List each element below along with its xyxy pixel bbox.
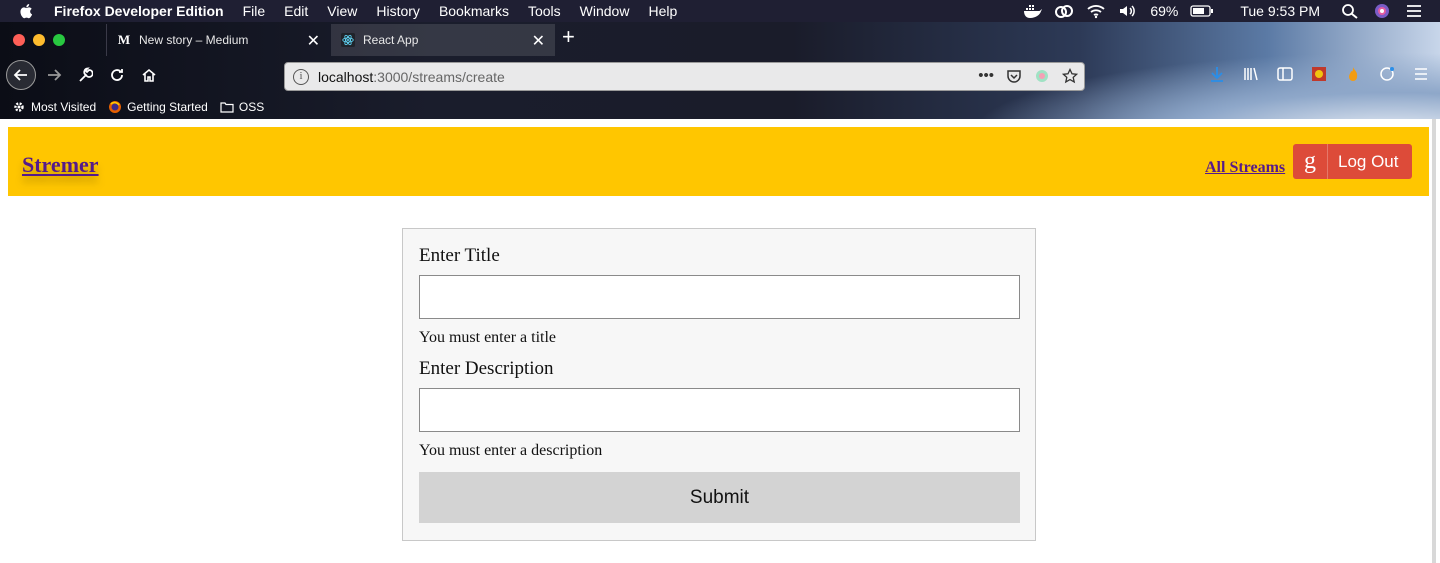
wifi-icon[interactable] <box>1086 3 1106 19</box>
menubar-clock[interactable]: Tue 9:53 PM <box>1240 3 1320 19</box>
siri-icon[interactable] <box>1372 3 1392 19</box>
menu-history[interactable]: History <box>376 3 420 19</box>
navigation-toolbar: i localhost:3000/streams/create ••• <box>0 56 1440 94</box>
fire-extension-icon[interactable] <box>1344 65 1362 83</box>
menu-view[interactable]: View <box>327 3 357 19</box>
browser-chrome: M New story – Medium ✕ React App ✕ + i l <box>0 22 1440 119</box>
brand-link[interactable]: Stremer <box>22 154 99 176</box>
site-info-icon[interactable]: i <box>293 68 309 85</box>
arrow-left-icon <box>13 69 27 81</box>
menu-window[interactable]: Window <box>580 3 630 19</box>
devtools-button[interactable] <box>71 61 99 89</box>
bookmark-getting-started[interactable]: Getting Started <box>108 100 208 114</box>
title-input[interactable] <box>419 275 1020 319</box>
battery-icon[interactable] <box>1190 3 1214 19</box>
home-icon <box>142 68 156 82</box>
download-icon[interactable] <box>1208 65 1226 83</box>
bookmark-star-icon[interactable] <box>1062 67 1078 84</box>
home-button[interactable] <box>135 61 163 89</box>
title-error-message: You must enter a title <box>419 329 557 346</box>
new-tab-icon[interactable]: + <box>562 24 575 50</box>
arrow-right-icon <box>48 69 62 81</box>
extension-icon[interactable] <box>1034 68 1050 84</box>
tab-title: React App <box>363 33 419 47</box>
description-input[interactable] <box>419 388 1020 432</box>
folder-icon <box>220 101 234 113</box>
menubar-status-area: 69% Tue 9:53 PM <box>1022 0 1424 22</box>
tab-strip: M New story – Medium ✕ React App ✕ + <box>0 22 1440 56</box>
creative-cloud-icon[interactable] <box>1054 3 1074 19</box>
description-label: Enter Description <box>419 358 554 379</box>
page-actions-icon[interactable]: ••• <box>978 67 994 84</box>
all-streams-link[interactable]: All Streams <box>1205 160 1285 176</box>
page-viewport: Stremer All Streams g Log Out Enter Titl… <box>0 119 1436 563</box>
window-zoom-button[interactable] <box>53 34 65 46</box>
docker-icon[interactable] <box>1022 3 1042 19</box>
url-path: :3000/streams/create <box>373 68 505 85</box>
extension-red-icon[interactable] <box>1310 65 1328 83</box>
reload-icon <box>111 69 123 81</box>
reload-button[interactable] <box>103 61 131 89</box>
window-close-button[interactable] <box>13 34 25 46</box>
bookmark-label: OSS <box>238 99 265 114</box>
submit-button[interactable]: Submit <box>419 472 1020 523</box>
bookmark-label: Most Visited <box>31 99 97 114</box>
menu-edit[interactable]: Edit <box>284 3 308 19</box>
hamburger-menu-icon[interactable] <box>1412 65 1430 83</box>
sidebar-icon[interactable] <box>1276 65 1294 83</box>
tab-close-icon[interactable]: ✕ <box>532 31 545 51</box>
window-minimize-button[interactable] <box>33 34 45 46</box>
bookmark-oss-folder[interactable]: OSS <box>220 100 264 114</box>
gear-icon <box>14 101 24 112</box>
url-bar-actions: ••• <box>978 67 1078 84</box>
menu-tools[interactable]: Tools <box>528 3 561 19</box>
menu-app-name[interactable]: Firefox Developer Edition <box>54 3 224 19</box>
battery-percentage: 69% <box>1150 3 1179 19</box>
pocket-icon[interactable] <box>1006 68 1022 84</box>
google-icon: g <box>1293 144 1328 179</box>
notification-center-icon[interactable] <box>1404 3 1424 19</box>
library-icon[interactable] <box>1242 65 1260 83</box>
tab-title: New story – Medium <box>139 33 249 47</box>
wrench-icon <box>79 67 93 82</box>
menu-file[interactable]: File <box>243 3 266 19</box>
medium-favicon-icon: M <box>117 32 131 47</box>
macos-menubar: Firefox Developer Edition File Edit View… <box>0 0 1440 22</box>
logout-label: Log Out <box>1338 151 1399 171</box>
tab-medium[interactable]: M New story – Medium ✕ <box>106 24 330 56</box>
app-header: Stremer All Streams g Log Out <box>8 127 1429 196</box>
google-logout-button[interactable]: g Log Out <box>1293 144 1412 179</box>
bookmark-label: Getting Started <box>127 99 208 114</box>
back-button[interactable] <box>6 60 36 90</box>
stream-create-form: Enter Title You must enter a title Enter… <box>402 228 1036 541</box>
menu-bookmarks[interactable]: Bookmarks <box>439 3 509 19</box>
url-bar[interactable]: i localhost:3000/streams/create ••• <box>284 62 1085 91</box>
volume-icon[interactable] <box>1118 3 1138 19</box>
description-error-message: You must enter a description <box>419 442 603 459</box>
url-host: localhost <box>318 68 374 85</box>
apple-icon[interactable] <box>18 2 36 20</box>
menu-help[interactable]: Help <box>648 3 677 19</box>
tab-react-app[interactable]: React App ✕ <box>331 24 555 56</box>
account-icon[interactable] <box>1378 65 1396 83</box>
tab-close-icon[interactable]: ✕ <box>307 31 320 51</box>
firefox-icon <box>109 100 122 113</box>
title-label: Enter Title <box>419 245 500 266</box>
toolbar-right-icons <box>1208 65 1430 83</box>
forward-button[interactable] <box>40 61 68 89</box>
spotlight-search-icon[interactable] <box>1340 3 1360 19</box>
bookmarks-toolbar: Most Visited Getting Started OSS <box>0 94 1440 119</box>
react-icon <box>341 33 355 47</box>
bookmark-most-visited[interactable]: Most Visited <box>12 100 96 114</box>
